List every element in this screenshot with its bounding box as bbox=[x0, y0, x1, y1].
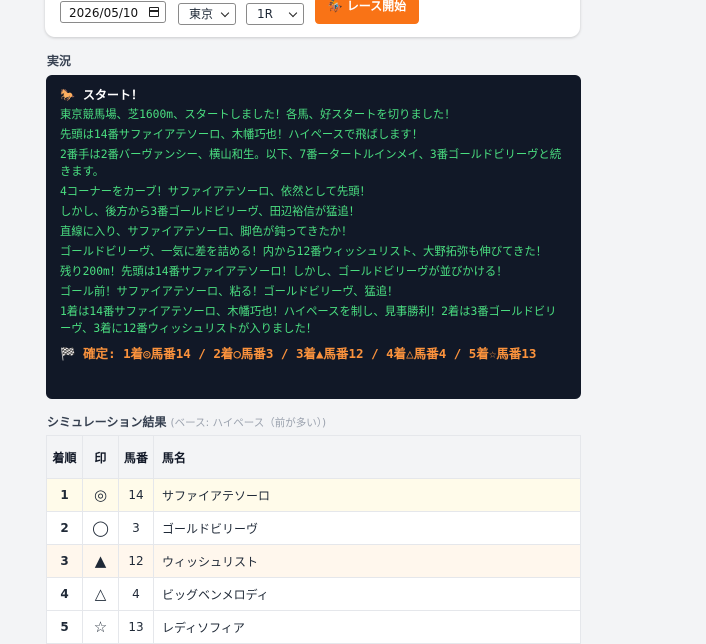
date-input[interactable]: 2026/05/10 bbox=[60, 1, 166, 23]
horse-icon: 🐎 bbox=[60, 88, 75, 102]
commentary-line: ゴールドビリーヴ、一気に差を詰める！内から12番ウィッシュリスト、大野拓弥も伸び… bbox=[60, 245, 547, 258]
chevron-down-icon bbox=[288, 8, 298, 18]
commentary-panel: 🐎 スタート！ 東京競馬場、芝1600m、スタートしました！各馬、好スタートを切り… bbox=[46, 75, 581, 399]
table-row: 5 ☆ 13 レディソフィア bbox=[46, 610, 581, 644]
rank-cell: 4 bbox=[46, 577, 83, 611]
simulation-subtitle: (ベース: ハイペース（前が多い）) bbox=[170, 417, 327, 429]
race-controls: 2026/05/10 東京 1R 🏇 レース開始 bbox=[45, 0, 580, 37]
commentary-line: 東京競馬場、芝1600m、スタートしました！各馬、好スタートを切りました！ bbox=[60, 108, 456, 121]
mark-cell: ◎ bbox=[82, 478, 119, 512]
name-cell: ゴールドビリーヴ bbox=[153, 511, 581, 545]
rank-cell: 5 bbox=[46, 610, 83, 644]
rank-cell: 1 bbox=[46, 478, 83, 512]
rank-cell: 3 bbox=[46, 544, 83, 578]
commentary-line: 残り200m！先頭は14番サファイアテソーロ！しかし、ゴールドビリーヴが並びかけ… bbox=[60, 265, 508, 278]
mark-cell: ☆ bbox=[82, 610, 119, 644]
number-cell: 14 bbox=[118, 478, 154, 512]
mark-cell: ◯ bbox=[82, 511, 119, 545]
chevron-down-icon bbox=[220, 8, 230, 18]
number-cell: 3 bbox=[118, 511, 154, 545]
mark-cell: ▲ bbox=[82, 544, 119, 578]
mark-cell: △ bbox=[82, 577, 119, 611]
start-race-button[interactable]: 🏇 レース開始 bbox=[315, 0, 419, 24]
calendar-icon[interactable] bbox=[149, 7, 159, 17]
commentary-heading: 実況 bbox=[47, 54, 72, 68]
results-table: 着順 印 馬番 馬名 1 ◎ 14 サファイアテソーロ 2 ◯ 3 ゴールドビリ… bbox=[46, 435, 581, 644]
commentary-line: 4コーナーをカーブ！サファイアテソーロ、依然として先頭！ bbox=[60, 185, 371, 198]
commentary-line: ゴール前！サファイアテソーロ、粘る！ゴールドビリーヴ、猛追！ bbox=[60, 285, 399, 298]
table-row: 4 △ 4 ビッグベンメロディ bbox=[46, 577, 581, 611]
table-row: 2 ◯ 3 ゴールドビリーヴ bbox=[46, 511, 581, 545]
race-value: 1R bbox=[257, 7, 273, 21]
commentary-title-text: スタート！ bbox=[82, 88, 143, 102]
commentary-title: 🐎 スタート！ bbox=[60, 86, 567, 104]
header-rank: 着順 bbox=[46, 435, 83, 479]
rank-cell: 2 bbox=[46, 511, 83, 545]
venue-select[interactable]: 東京 bbox=[178, 3, 236, 25]
table-header-row: 着順 印 馬番 馬名 bbox=[46, 435, 581, 479]
start-race-label: 🏇 レース開始 bbox=[327, 0, 407, 13]
commentary-line: しかし、後方から3番ゴールドビリーヴ、田辺裕信が猛追！ bbox=[60, 205, 360, 218]
table-row: 3 ▲ 12 ウィッシュリスト bbox=[46, 544, 581, 578]
commentary-line: 直線に入り、サファイアテソーロ、脚色が鈍ってきたか！ bbox=[60, 225, 353, 238]
header-name: 馬名 bbox=[153, 435, 581, 479]
venue-value: 東京 bbox=[189, 7, 214, 21]
name-cell: ウィッシュリスト bbox=[153, 544, 581, 578]
race-select[interactable]: 1R bbox=[246, 3, 304, 25]
simulation-header: シミュレーション結果 (ベース: ハイペース（前が多い）) bbox=[47, 413, 326, 430]
number-cell: 12 bbox=[118, 544, 154, 578]
number-cell: 13 bbox=[118, 610, 154, 644]
date-value: 2026/05/10 bbox=[69, 6, 139, 20]
commentary-line: 2番手は2番バーヴァンシー、横山和生。以下、7番ータートルインメイ、3番ゴールド… bbox=[60, 148, 562, 178]
name-cell: ビッグベンメロディ bbox=[153, 577, 581, 611]
header-mark: 印 bbox=[82, 435, 119, 479]
commentary-line: 先頭は14番サファイアテソーロ、木幡巧也！ハイペースで飛ばします！ bbox=[60, 128, 424, 141]
simulation-title: シミュレーション結果 bbox=[47, 415, 167, 429]
table-row: 1 ◎ 14 サファイアテソーロ bbox=[46, 478, 581, 512]
commentary-line: 1着は14番サファイアテソーロ、木幡巧也！ハイペースを制し、見事勝利！2着は3番… bbox=[60, 305, 557, 335]
number-cell: 4 bbox=[118, 577, 154, 611]
name-cell: サファイアテソーロ bbox=[153, 478, 581, 512]
name-cell: レディソフィア bbox=[153, 610, 581, 644]
final-result: 🏁 確定: 1着◎馬番14 / 2着○馬番3 / 3着▲馬番12 / 4着△馬番… bbox=[60, 346, 537, 361]
header-number: 馬番 bbox=[118, 435, 154, 479]
